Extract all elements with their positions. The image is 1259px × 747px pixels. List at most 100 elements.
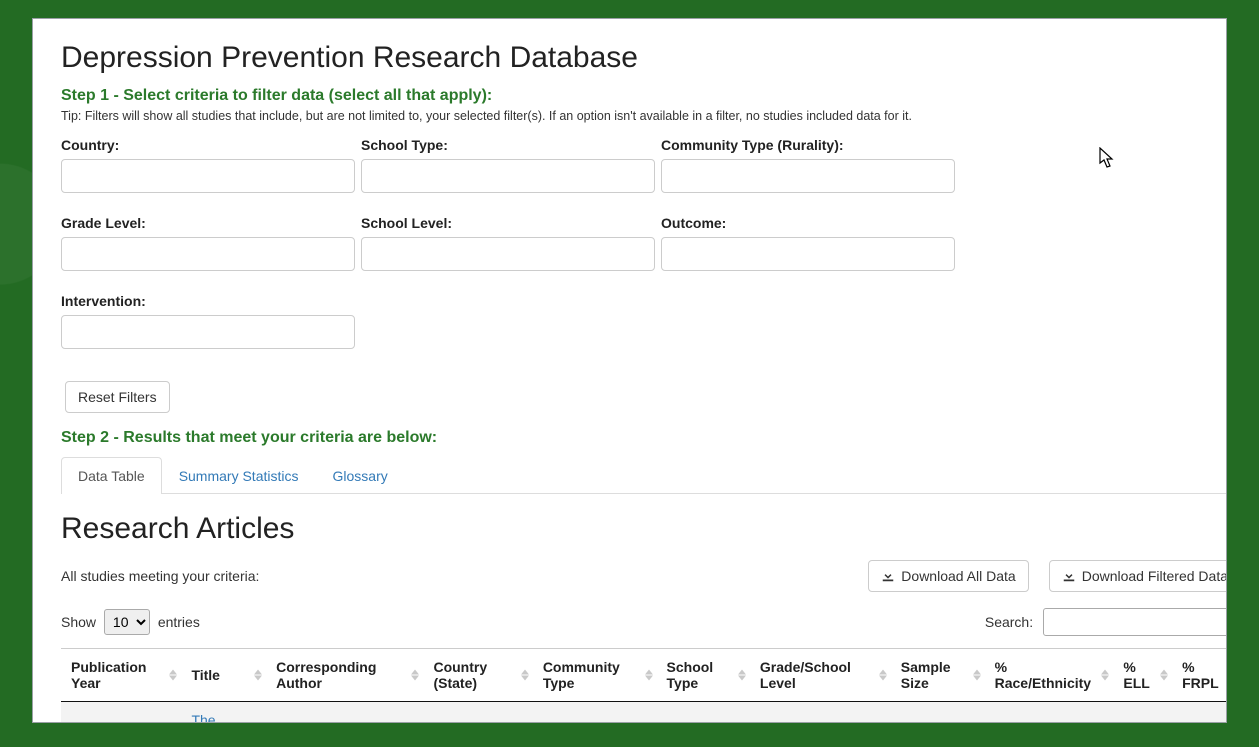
- cell-publication-year: [61, 702, 181, 723]
- filter-school-level-label: School Level:: [361, 215, 655, 231]
- filter-community-type: Community Type (Rurality):: [661, 137, 961, 193]
- download-all-label: Download All Data: [901, 568, 1015, 584]
- download-buttons: Download All Data Download Filtered Data: [868, 560, 1226, 592]
- show-suffix: entries: [158, 614, 200, 630]
- cell-sample-size: [891, 702, 985, 723]
- tab-glossary[interactable]: Glossary: [316, 457, 405, 494]
- filter-country-label: Country:: [61, 137, 355, 153]
- column-header[interactable]: Publication Year: [61, 649, 181, 702]
- step2-heading: Step 2 - Results that meet your criteria…: [61, 429, 1226, 447]
- download-icon: [1062, 569, 1076, 583]
- filter-intervention-label: Intervention:: [61, 293, 355, 309]
- filter-grade-level: Grade Level:: [61, 215, 361, 271]
- sort-icon[interactable]: [879, 670, 887, 681]
- filter-country: Country:: [61, 137, 361, 193]
- filter-outcome-label: Outcome:: [661, 215, 955, 231]
- table-row: The Unified: [61, 702, 1226, 723]
- cell-school-type: [657, 702, 750, 723]
- column-header-label: Publication Year: [71, 659, 146, 691]
- show-prefix: Show: [61, 614, 96, 630]
- sort-icon[interactable]: [973, 670, 981, 681]
- tab-summary-statistics-label: Summary Statistics: [179, 468, 299, 484]
- sort-icon[interactable]: [411, 670, 419, 681]
- column-header[interactable]: % Race/Ethnicity: [985, 649, 1114, 702]
- show-entries: Show 10 entries: [61, 609, 200, 635]
- page-size-select[interactable]: 10: [104, 609, 150, 635]
- download-filtered-label: Download Filtered Data: [1082, 568, 1226, 584]
- search-box: Search:: [985, 608, 1226, 636]
- sort-icon[interactable]: [1160, 670, 1168, 681]
- results-section-title: Research Articles: [61, 512, 1226, 546]
- filter-school-level: School Level:: [361, 215, 661, 271]
- download-filtered-button[interactable]: Download Filtered Data: [1049, 560, 1226, 592]
- column-header[interactable]: Country (State): [423, 649, 532, 702]
- reset-row: Reset Filters: [65, 381, 1226, 413]
- column-header[interactable]: Title: [181, 649, 266, 702]
- results-subtext: All studies meeting your criteria:: [61, 568, 321, 584]
- cell-community: [533, 702, 657, 723]
- filter-outcome-select[interactable]: [661, 237, 955, 271]
- table-header-row: Publication Year Title Corresponding Autho…: [61, 649, 1226, 702]
- column-header[interactable]: School Type: [657, 649, 750, 702]
- column-header[interactable]: Sample Size: [891, 649, 985, 702]
- filter-school-type-label: School Type:: [361, 137, 655, 153]
- filter-outcome: Outcome:: [661, 215, 961, 271]
- filter-school-type: School Type:: [361, 137, 661, 193]
- column-header-label: % Race/Ethnicity: [995, 659, 1091, 691]
- table-controls: Show 10 entries Search:: [61, 608, 1226, 636]
- reset-filters-label: Reset Filters: [78, 389, 157, 405]
- column-header[interactable]: Community Type: [533, 649, 657, 702]
- column-header-label: Grade/School Level: [760, 659, 851, 691]
- column-header[interactable]: Grade/School Level: [750, 649, 891, 702]
- column-header-label: % FRPL: [1182, 659, 1219, 691]
- tabs: Data Table Summary Statistics Glossary: [61, 457, 1226, 494]
- filter-intervention: Intervention:: [61, 293, 361, 349]
- filter-community-type-select[interactable]: [661, 159, 955, 193]
- column-header[interactable]: Corresponding Author: [266, 649, 423, 702]
- tab-summary-statistics[interactable]: Summary Statistics: [162, 457, 316, 494]
- article-title-link[interactable]: The Unified: [191, 712, 235, 722]
- sort-icon[interactable]: [738, 670, 746, 681]
- search-label: Search:: [985, 614, 1033, 630]
- filter-school-type-select[interactable]: [361, 159, 655, 193]
- column-header-label: Corresponding Author: [276, 659, 376, 691]
- filters-grid: Country: School Type: Community Type (Ru…: [61, 137, 1226, 371]
- download-all-button[interactable]: Download All Data: [868, 560, 1028, 592]
- tab-data-table[interactable]: Data Table: [61, 457, 162, 494]
- app-frame: Depression Prevention Research Database …: [32, 18, 1227, 723]
- results-subtext-row: All studies meeting your criteria: Downl…: [61, 560, 1226, 592]
- column-header-label: % ELL: [1123, 659, 1149, 691]
- scrollport[interactable]: Depression Prevention Research Database …: [33, 19, 1226, 722]
- filter-country-select[interactable]: [61, 159, 355, 193]
- column-header[interactable]: % ELL: [1113, 649, 1172, 702]
- sort-icon[interactable]: [521, 670, 529, 681]
- step1-heading: Step 1 - Select criteria to filter data …: [61, 87, 1226, 105]
- cell-race: [985, 702, 1114, 723]
- sort-icon[interactable]: [254, 670, 262, 681]
- sort-icon[interactable]: [645, 670, 653, 681]
- reset-filters-button[interactable]: Reset Filters: [65, 381, 170, 413]
- column-header-label: School Type: [667, 659, 714, 691]
- column-header-label: Community Type: [543, 659, 620, 691]
- column-header-label: Sample Size: [901, 659, 951, 691]
- cell-ell: [1113, 702, 1172, 723]
- results-table: Publication Year Title Corresponding Autho…: [61, 648, 1226, 722]
- cell-author: [266, 702, 423, 723]
- cell-frpl: [1172, 702, 1226, 723]
- table-head: Publication Year Title Corresponding Autho…: [61, 649, 1226, 702]
- filter-school-level-select[interactable]: [361, 237, 655, 271]
- filter-community-type-label: Community Type (Rurality):: [661, 137, 955, 153]
- sort-icon[interactable]: [1101, 670, 1109, 681]
- tab-glossary-label: Glossary: [333, 468, 388, 484]
- tab-data-table-label: Data Table: [78, 468, 145, 484]
- search-input[interactable]: [1043, 608, 1226, 636]
- filter-intervention-select[interactable]: [61, 315, 355, 349]
- cell-title: The Unified: [181, 702, 266, 723]
- sort-icon[interactable]: [169, 670, 177, 681]
- filter-grade-level-label: Grade Level:: [61, 215, 355, 231]
- filter-grade-level-select[interactable]: [61, 237, 355, 271]
- column-header[interactable]: % FRPL: [1172, 649, 1226, 702]
- step1-tip: Tip: Filters will show all studies that …: [61, 109, 1226, 123]
- cell-country: [423, 702, 532, 723]
- cell-grade-level: [750, 702, 891, 723]
